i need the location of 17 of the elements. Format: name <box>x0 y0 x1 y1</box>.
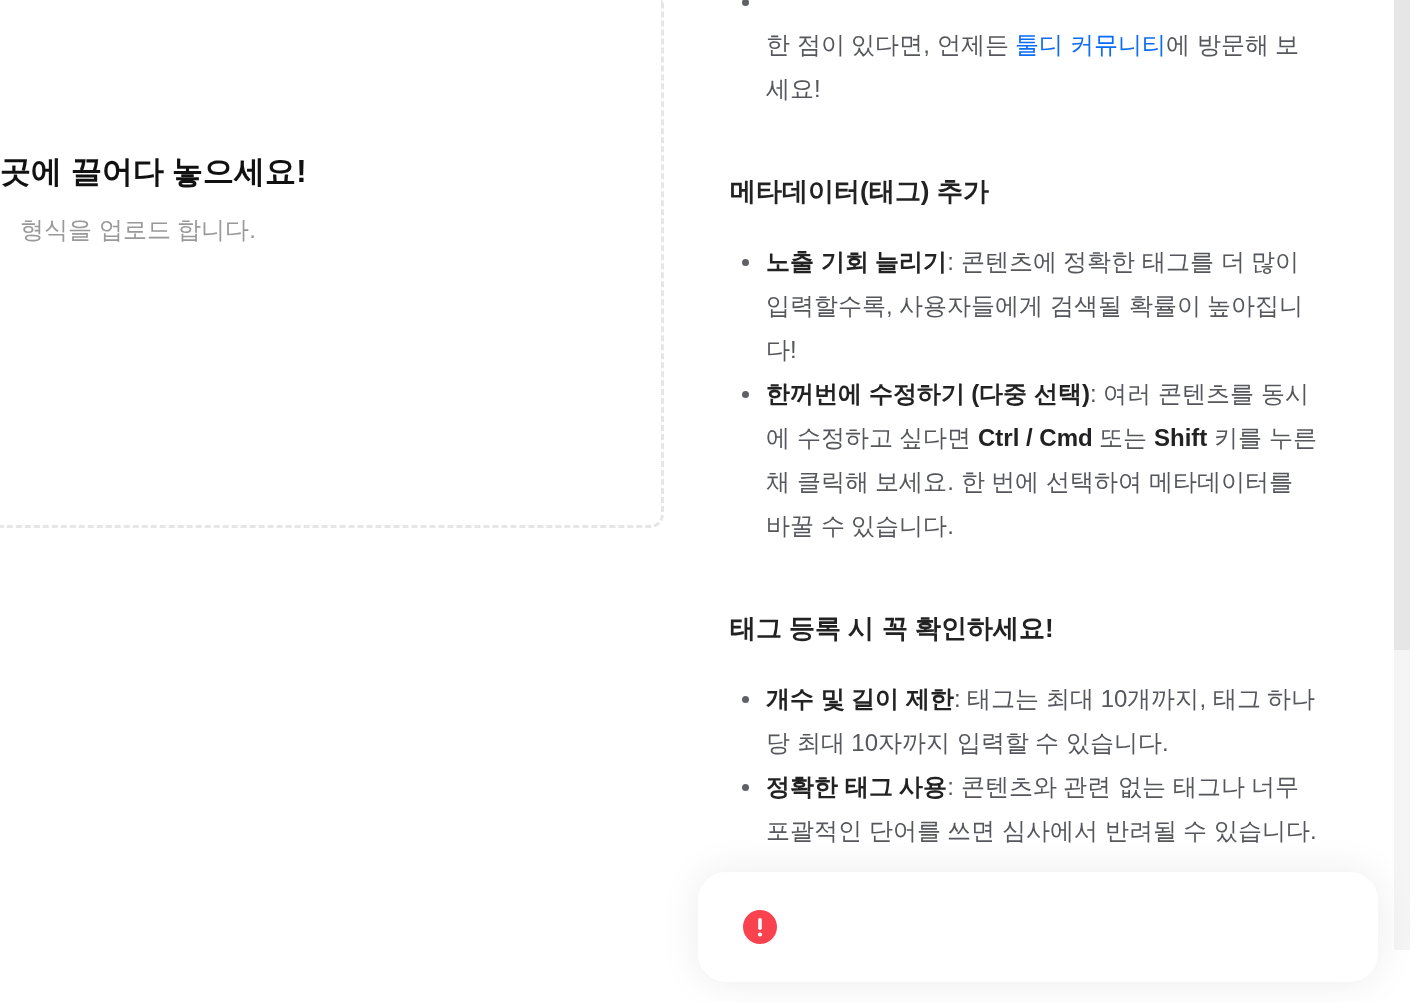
section-heading: 메타데이터(태그) 추가 <box>730 175 989 208</box>
drop-zone-hint: 형식을 업로드 합니다. <box>20 215 256 245</box>
bullet-icon <box>742 695 749 703</box>
bullet-icon <box>742 258 749 266</box>
bullet-text: 노출 기회 늘리기: 콘텐츠에 정확한 태그를 더 많이 입력할수록, 사용자들에게 검색될 확률이 높아집니다! <box>766 247 1305 365</box>
bullet-icon <box>742 390 749 398</box>
bullet-icon <box>742 783 749 791</box>
bullet-text: 개수 및 길이 제한: 태그는 최대 10개까지, 태그 하나당 최대 10자까지 입력할 수 있습니다. <box>766 684 1317 758</box>
drop-zone-title: 곳에 끌어다 놓으세요! <box>0 153 307 191</box>
community-link[interactable]: 툴디 커뮤니티 <box>1015 31 1166 58</box>
scrollbar-thumb[interactable] <box>1394 0 1410 650</box>
drop-zone[interactable]: 곳에 끌어다 놓으세요! 형식을 업로드 합니다. <box>0 0 664 528</box>
section-heading: 태그 등록 시 꼭 확인하세요! <box>730 612 1054 645</box>
bullet-text: 한꺼번에 수정하기 (다중 선택): 여러 콘텐츠를 동시에 수정하고 싶다면 Ctrl / Cmd 또는 Shift 키를 누른 채 클릭해 보세요. 한 번에 선택하여 메타데이터를 바꿀 수 있습니다. <box>766 379 1318 541</box>
bullet-text: 한 점이 있다면, 언제든 툴디 커뮤니티에 방문해 보세요! <box>766 30 1301 104</box>
bullet-text: 정확한 태그 사용: 콘텐츠와 관련 없는 태그나 너무 포괄적인 단어를 쓰면 심사에서 반려될 수 있습니다. <box>766 772 1318 846</box>
bullet-icon <box>742 0 749 6</box>
